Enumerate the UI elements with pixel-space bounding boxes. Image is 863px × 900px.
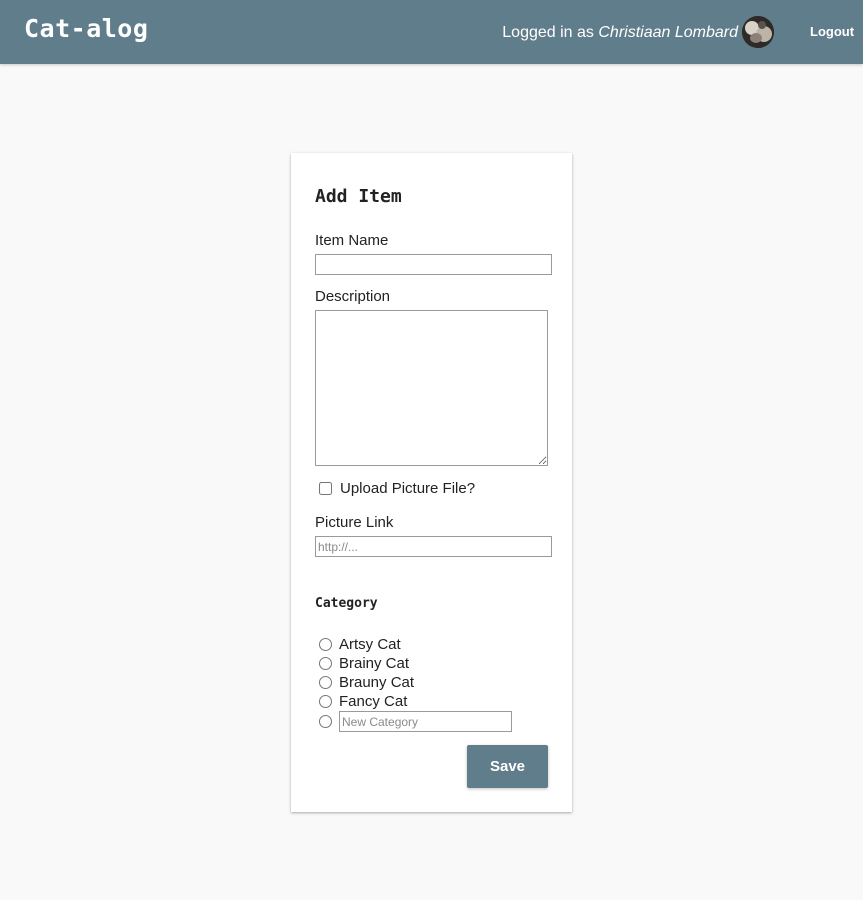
- page-title: Add Item: [315, 186, 402, 207]
- login-status: Logged in as Christiaan Lombard: [502, 24, 738, 42]
- add-item-card: Add Item Item Name Description Upload Pi…: [291, 153, 572, 812]
- item-name-input[interactable]: [315, 254, 552, 275]
- user-name: Christiaan Lombard: [598, 24, 738, 41]
- save-button[interactable]: Save: [467, 745, 548, 788]
- category-option-label: Fancy Cat: [339, 693, 408, 710]
- category-title: Category: [315, 596, 378, 611]
- category-radio[interactable]: [319, 657, 332, 670]
- item-name-label: Item Name: [315, 232, 389, 249]
- upload-picture-checkbox[interactable]: [319, 482, 332, 495]
- category-option-label: Brauny Cat: [339, 674, 415, 691]
- avatar[interactable]: [742, 16, 774, 48]
- category-radio[interactable]: [319, 638, 332, 651]
- category-option-label: Brainy Cat: [339, 655, 410, 672]
- category-option-new: [319, 711, 512, 732]
- picture-link-label: Picture Link: [315, 514, 394, 531]
- category-radio-new[interactable]: [319, 715, 332, 728]
- user-avatar-icon: [742, 16, 774, 48]
- upload-picture-row: Upload Picture File?: [319, 480, 475, 497]
- description-textarea[interactable]: [315, 310, 548, 466]
- category-radio[interactable]: [319, 695, 332, 708]
- description-label: Description: [315, 288, 391, 305]
- category-radio[interactable]: [319, 676, 332, 689]
- category-option-artsy: Artsy Cat: [319, 635, 401, 654]
- category-option-fancy: Fancy Cat: [319, 692, 407, 711]
- brand-logo[interactable]: Cat-alog: [24, 14, 148, 43]
- picture-link-input[interactable]: [315, 536, 552, 557]
- new-category-input[interactable]: [339, 711, 512, 732]
- category-option-brauny: Brauny Cat: [319, 673, 414, 692]
- upload-picture-label: Upload Picture File?: [340, 480, 476, 497]
- category-option-label: Artsy Cat: [339, 636, 401, 653]
- category-option-brainy: Brainy Cat: [319, 654, 409, 673]
- login-prefix: Logged in as: [502, 24, 594, 41]
- top-app-bar: Cat-alog Logged in as Christiaan Lombard…: [0, 0, 863, 64]
- logout-link[interactable]: Logout: [810, 24, 854, 39]
